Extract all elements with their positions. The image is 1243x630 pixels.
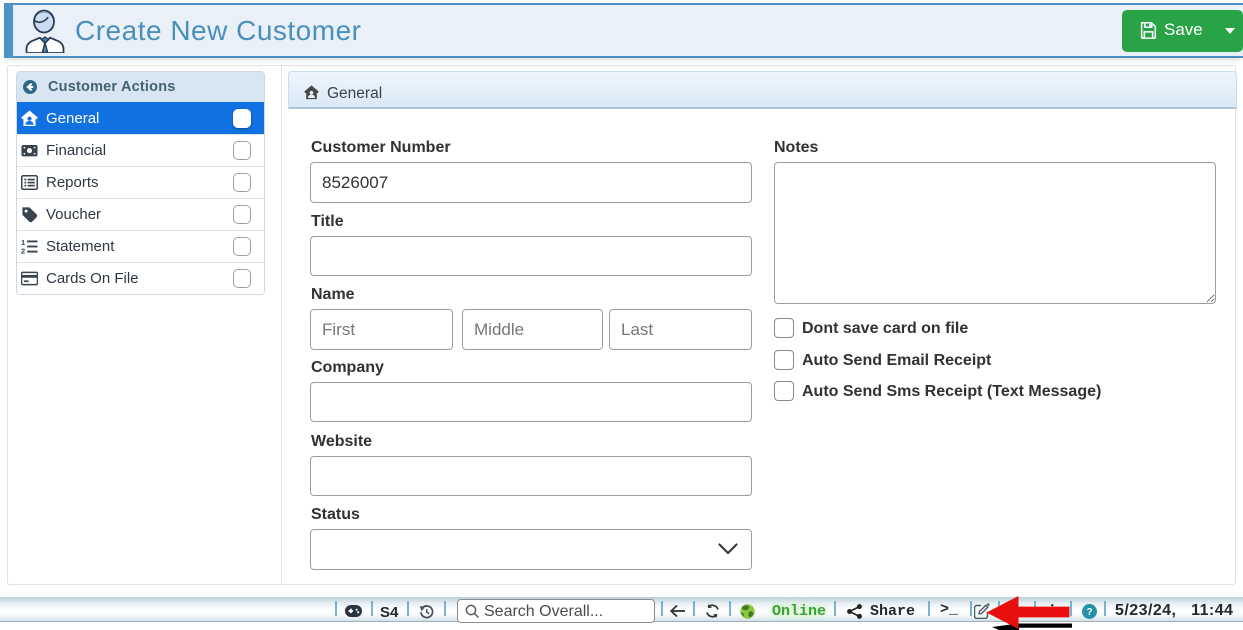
svg-text:2: 2: [21, 247, 25, 255]
svg-text:?: ?: [1086, 607, 1092, 618]
